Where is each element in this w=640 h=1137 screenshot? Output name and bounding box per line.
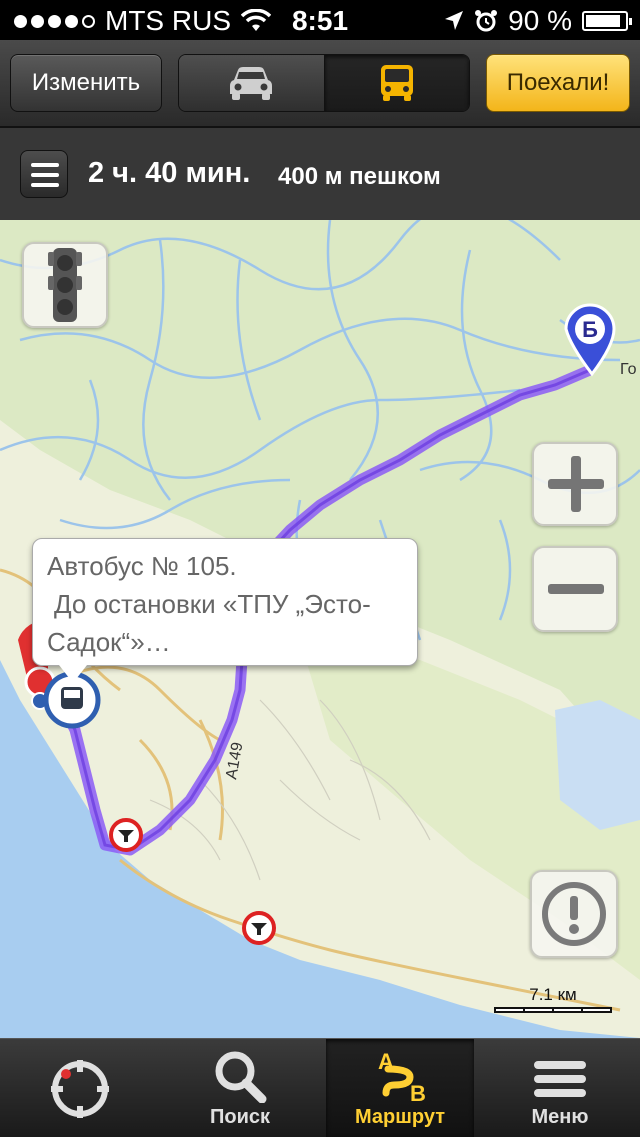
status-bar: MTS RUS 8:51 90 % (0, 0, 640, 40)
place-label: Го (620, 361, 637, 378)
route-info-bar: 2 ч. 40 мин. 400 м пешком (0, 128, 640, 220)
transport-mode-selector (178, 54, 470, 112)
callout-line-3: Садок“»… (47, 627, 171, 657)
menu-icon (534, 1061, 586, 1097)
tab-search-label: Поиск (209, 1106, 271, 1128)
traffic-toggle-button[interactable] (22, 242, 108, 328)
map-view[interactable]: А149 Го Б 7.1 км Автобус № 105. До остан… (0, 220, 640, 1038)
tab-route-label: Маршрут (354, 1106, 446, 1128)
callout-line-2: До остановки «ТПУ „Эсто- (54, 589, 371, 619)
car-mode-button[interactable] (179, 55, 325, 111)
map-scale: 7.1 км (494, 985, 612, 1015)
go-button[interactable]: Поехали! (486, 54, 630, 112)
route-icon: А В (378, 1049, 426, 1105)
battery-icon (582, 11, 632, 31)
plus-icon (548, 456, 604, 512)
zoom-out-button[interactable] (532, 546, 618, 632)
callout-line-1: Автобус № 105. (47, 551, 237, 581)
walking-distance: 400 м пешком (278, 163, 441, 190)
svg-text:Б: Б (582, 317, 598, 342)
tab-search[interactable]: Поиск (160, 1039, 320, 1137)
edit-button[interactable]: Изменить (10, 54, 162, 112)
route-segment-callout[interactable]: Автобус № 105. До остановки «ТПУ „Эсто- … (32, 538, 418, 683)
svg-text:А: А (378, 1049, 394, 1074)
tab-my-location[interactable] (0, 1039, 160, 1137)
alarm-clock-icon (475, 10, 498, 32)
bus-icon (380, 65, 413, 101)
tab-route[interactable]: А В Маршрут (326, 1039, 474, 1137)
battery-percent: 90 % (508, 5, 572, 36)
route-duration: 2 ч. 40 мин. (88, 157, 251, 189)
scale-bar (494, 1007, 612, 1013)
speed-camera-marker[interactable] (109, 818, 143, 852)
my-location-icon (51, 1060, 109, 1118)
road-event-button[interactable] (530, 870, 618, 958)
tab-menu[interactable]: Меню (480, 1039, 640, 1137)
location-arrow-icon (445, 11, 464, 30)
route-list-button[interactable] (20, 150, 68, 198)
minus-icon (548, 584, 604, 594)
car-icon (230, 67, 273, 100)
traffic-light-icon (48, 248, 82, 322)
tab-bar: Поиск А В Маршрут Меню (0, 1038, 640, 1137)
scale-label: 7.1 км (529, 985, 577, 1004)
exclamation-icon (542, 882, 606, 946)
search-icon (215, 1051, 267, 1103)
route-toolbar: Изменить Поехали! (0, 40, 640, 128)
speed-camera-marker[interactable] (242, 911, 276, 945)
zoom-in-button[interactable] (532, 442, 618, 526)
tab-menu-label: Меню (531, 1106, 589, 1128)
svg-text:В: В (410, 1081, 426, 1105)
bus-mode-button[interactable] (324, 55, 469, 111)
